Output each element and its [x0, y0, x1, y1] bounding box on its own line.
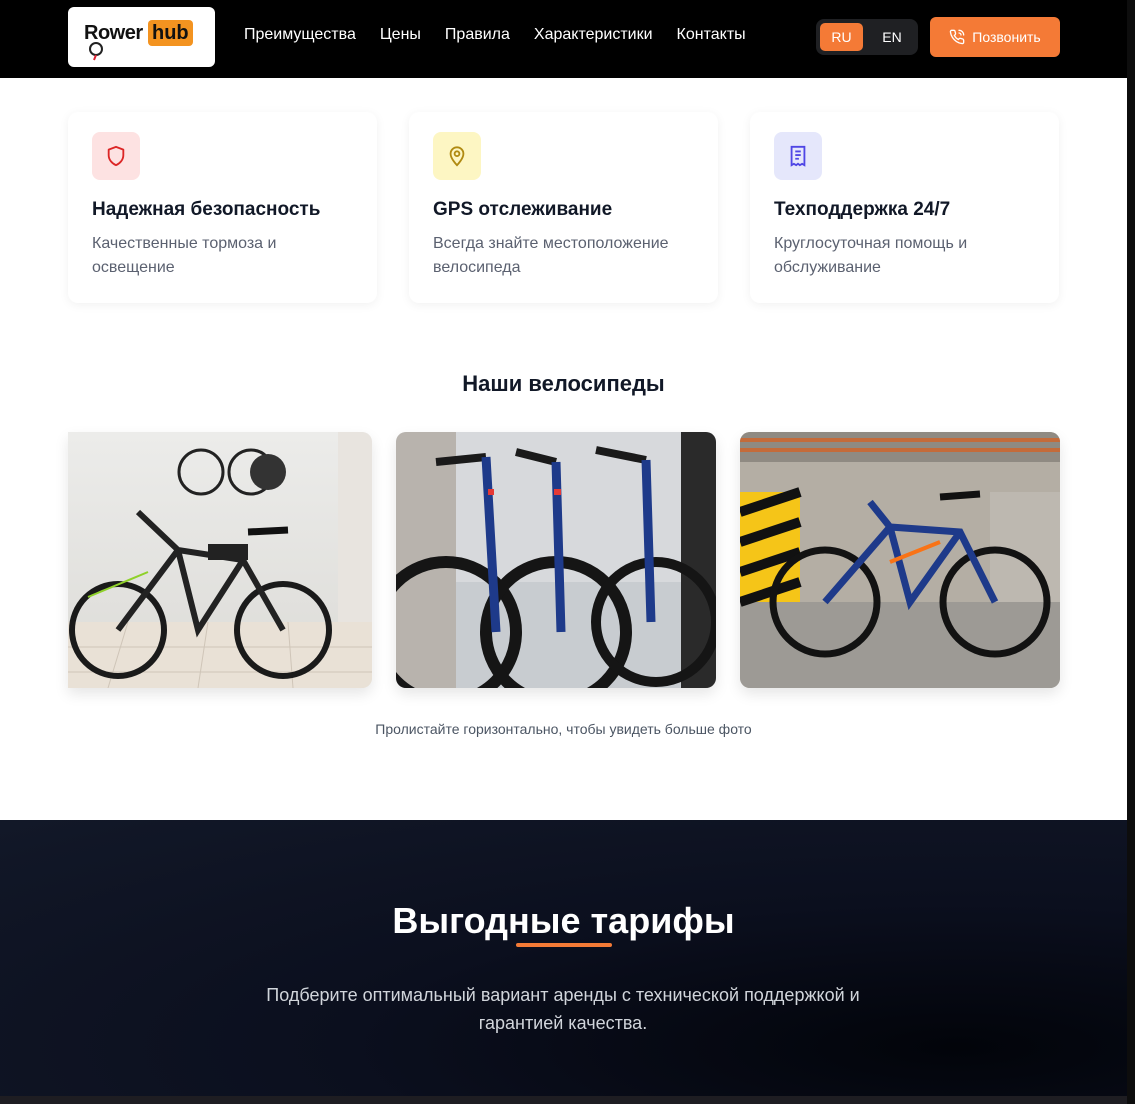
feature-card-safety: Надежная безопасность Качественные тормо… [68, 112, 377, 303]
language-switcher: RU EN [816, 19, 918, 55]
nav-specs[interactable]: Характеристики [534, 26, 653, 44]
logo-word-hub: hub [148, 20, 193, 46]
feature-icon-box [774, 132, 822, 180]
tariffs-title: Выгодные тарифы [392, 900, 735, 941]
nav-prices[interactable]: Цены [380, 26, 421, 44]
nav-advantages[interactable]: Преимущества [244, 26, 356, 44]
feature-text: Круглосуточная помощь и обслуживание [774, 235, 968, 276]
bike-photo-1[interactable] [68, 432, 372, 688]
shield-icon [107, 145, 125, 167]
feature-title: Техподдержка 24/7 [774, 199, 951, 220]
bike-photo-3[interactable] [740, 432, 1060, 688]
feature-card-support: Техподдержка 24/7 Круглосуточная помощь … [750, 112, 1059, 303]
location-pin-icon [449, 146, 465, 167]
lang-ru-button[interactable]: RU [820, 23, 863, 51]
bike-photo-2[interactable] [396, 432, 716, 688]
bikes-section-title: Наши велосипеды [462, 371, 665, 396]
feature-icon-box [433, 132, 481, 180]
feature-title: GPS отслеживание [433, 199, 613, 220]
feature-text: Качественные тормоза и освещение [92, 235, 277, 276]
site-header: Rower hub Преимущества Цены Правила Хара… [0, 0, 1127, 78]
feature-text: Всегда знайте местоположение велосипеда [433, 235, 669, 276]
feature-icon-box [92, 132, 140, 180]
phone-icon [950, 29, 965, 45]
lang-en-button[interactable]: EN [874, 23, 910, 51]
next-section-edge [0, 1096, 1127, 1104]
scroll-hint: Пролистайте горизонтально, чтобы увидеть… [375, 721, 752, 737]
logo[interactable]: Rower hub [68, 7, 215, 67]
document-icon [790, 145, 806, 167]
logo-wheel-icon [89, 42, 103, 61]
tariffs-section: Выгодные тарифы Подберите оптимальный ва… [0, 820, 1127, 1104]
feature-title: Надежная безопасность [92, 199, 321, 220]
tariffs-subtitle: Подберите оптимальный вариант аренды с т… [266, 985, 860, 1033]
call-button[interactable]: Позвонить [930, 17, 1060, 57]
main-nav: Преимущества Цены Правила Характеристики… [244, 26, 746, 44]
title-underline [516, 943, 612, 947]
nav-contacts[interactable]: Контакты [677, 26, 746, 44]
feature-card-gps: GPS отслеживание Всегда знайте местополо… [409, 112, 718, 303]
call-button-label: Позвонить [972, 29, 1041, 45]
scrollbar-gutter [1127, 0, 1135, 1104]
nav-rules[interactable]: Правила [445, 26, 510, 44]
